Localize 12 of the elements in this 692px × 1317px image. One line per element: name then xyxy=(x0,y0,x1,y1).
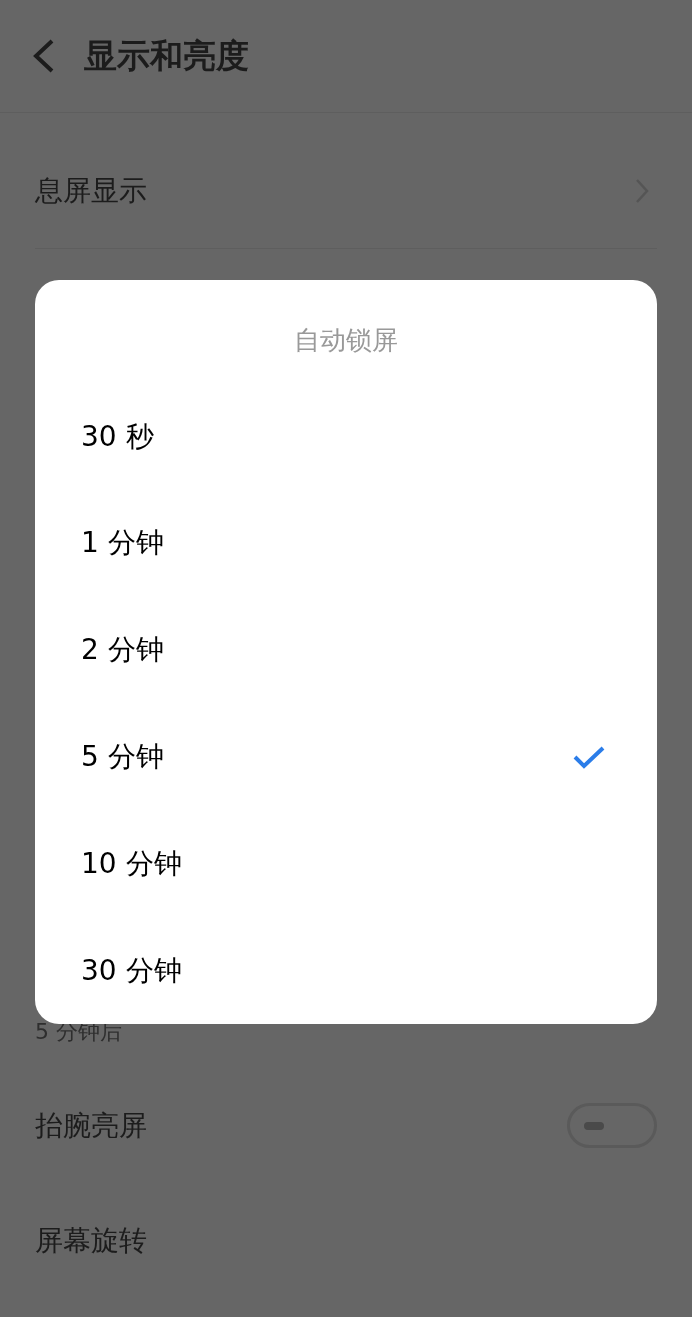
setting-label: 息屏显示 xyxy=(35,172,147,209)
dialog-title: 自动锁屏 xyxy=(294,324,398,358)
timeout-option[interactable]: 30 秒 xyxy=(35,383,657,490)
timeout-option[interactable]: 10 分钟 xyxy=(35,810,657,918)
toggle-switch[interactable] xyxy=(567,1103,657,1148)
timeout-option[interactable]: 2 分钟 xyxy=(35,596,657,704)
timeout-option[interactable]: 1 分钟 xyxy=(35,490,657,597)
timeout-option[interactable]: 30 分钟 xyxy=(35,917,657,1024)
page-title: 显示和亮度 xyxy=(84,35,249,78)
setting-label: 抬腕亮屏 xyxy=(35,1107,147,1144)
timeout-option[interactable]: 5 分钟 xyxy=(35,703,657,811)
setting-label: 屏幕旋转 xyxy=(35,1222,147,1259)
